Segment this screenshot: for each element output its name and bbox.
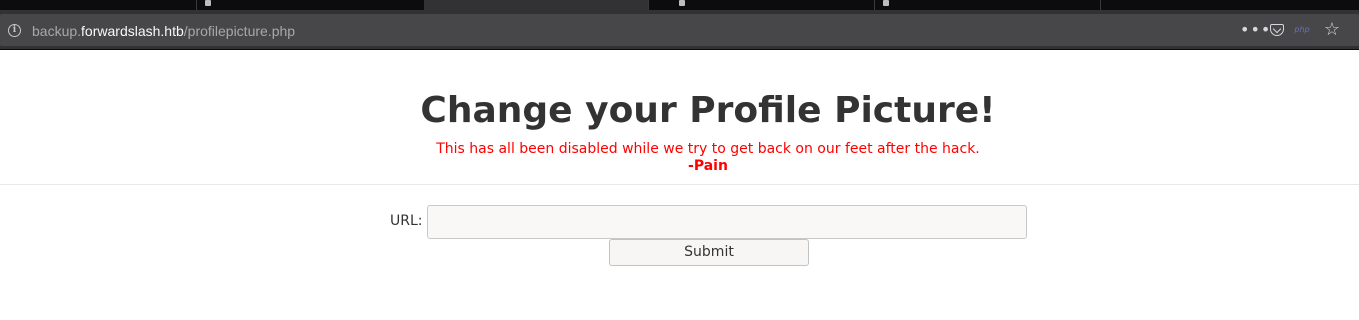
tab-favicon <box>883 0 889 6</box>
url-path: /profilepicture.php <box>183 23 296 39</box>
tab-active[interactable] <box>424 0 648 10</box>
url-prefix: backup. <box>32 23 82 39</box>
divider <box>0 184 1359 185</box>
navigation-bar: i backup.forwardslash.htb/profilepicture… <box>0 10 1359 50</box>
tab[interactable] <box>196 0 424 10</box>
tab[interactable] <box>874 0 1100 10</box>
page-actions-icon[interactable]: ••• <box>1240 18 1270 42</box>
bookmark-star-icon[interactable]: ☆ <box>1322 18 1342 42</box>
tab-strip <box>0 0 1359 10</box>
url-bar[interactable]: i backup.forwardslash.htb/profilepicture… <box>0 14 1359 46</box>
page-title: Change your Profile Picture! <box>420 90 996 131</box>
tab[interactable] <box>648 0 874 10</box>
submit-button[interactable]: Submit <box>609 239 809 266</box>
url-input[interactable] <box>427 205 1027 239</box>
tab[interactable] <box>1100 0 1359 10</box>
tab-favicon <box>205 0 211 6</box>
url-text[interactable]: backup.forwardslash.htb/profilepicture.p… <box>32 22 295 40</box>
pocket-shape <box>1270 24 1284 36</box>
url-host: forwardslash.htb <box>81 23 184 39</box>
tab-favicon <box>679 0 685 6</box>
pocket-icon[interactable] <box>1268 18 1288 42</box>
php-extension-icon[interactable]: php <box>1292 18 1312 42</box>
url-label: URL: <box>390 213 423 229</box>
disabled-notice: This has all been disabled while we try … <box>436 141 980 157</box>
signature: -Pain <box>688 158 728 174</box>
info-icon[interactable]: i <box>8 24 21 37</box>
page-content: Change your Profile Picture! This has al… <box>0 51 1359 320</box>
